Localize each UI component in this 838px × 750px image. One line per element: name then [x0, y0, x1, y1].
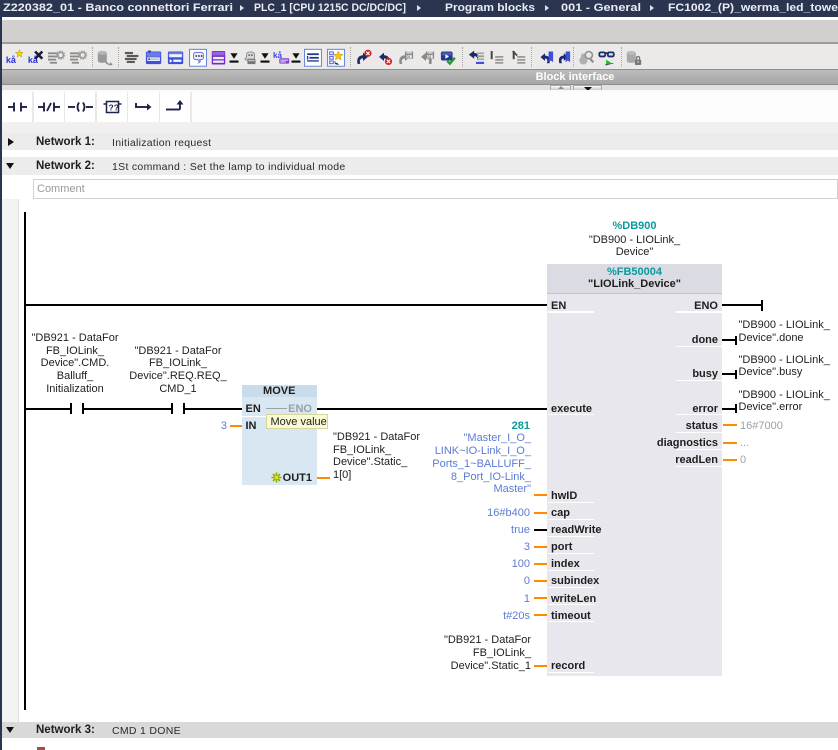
svg-text:kå: kå [6, 55, 17, 65]
svg-text:01: 01 [407, 54, 411, 58]
svg-text:??: ?? [108, 103, 118, 113]
svg-text:01: 01 [428, 54, 432, 58]
svg-text:kå: kå [273, 50, 282, 59]
